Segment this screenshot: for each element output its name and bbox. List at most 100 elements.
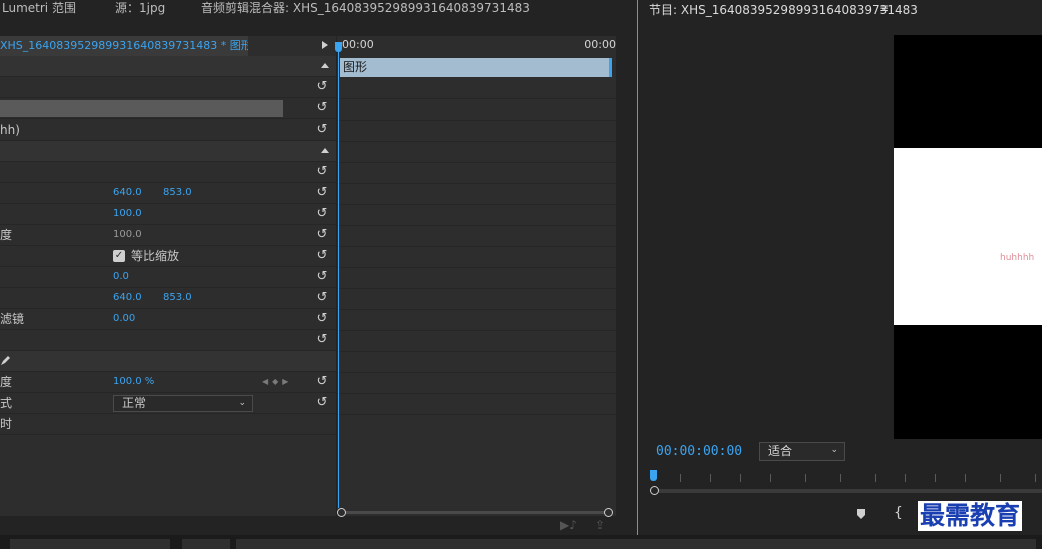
ruler-end-time: 00:00 <box>584 38 616 51</box>
reset-icon[interactable]: ↺ <box>315 396 329 410</box>
scrollbar-track[interactable] <box>658 489 1042 493</box>
export-icon[interactable]: ⇪ <box>595 518 605 532</box>
video-title-text[interactable]: huhhhh <box>1000 253 1034 263</box>
divider <box>337 246 616 247</box>
chevron-down-icon: ⌄ <box>238 398 246 408</box>
reset-icon[interactable]: ↺ <box>315 207 329 221</box>
audio-toggle-icon[interactable]: ▶♪ <box>560 518 577 532</box>
scrollbar-track[interactable] <box>343 511 609 514</box>
anchor-x-value[interactable]: 640.0 <box>113 288 142 308</box>
blend-mode-dropdown[interactable]: 正常 ⌄ <box>113 395 253 412</box>
section-motion[interactable] <box>0 141 336 162</box>
divider <box>337 162 616 163</box>
row-position: 640.0 853.0 ↺ <box>0 183 336 204</box>
reset-icon[interactable]: ↺ <box>315 249 329 263</box>
panel-menu-icon[interactable]: ≡ <box>879 1 889 15</box>
clip-end-handle[interactable] <box>609 58 612 77</box>
opacity-value[interactable]: 100.0 % <box>113 372 154 392</box>
reset-icon[interactable]: ↺ <box>315 312 329 326</box>
mark-in-icon[interactable]: { <box>894 505 903 521</box>
playhead-line[interactable] <box>338 44 339 508</box>
graphic-clip[interactable]: 图形 <box>340 58 612 77</box>
ruler-tick <box>1000 474 1001 482</box>
ruler-tick <box>805 474 806 482</box>
row-text-name: hh) ↺ <box>0 120 336 141</box>
ruler-tick <box>905 474 906 482</box>
program-time-ruler[interactable] <box>650 470 1042 484</box>
row-scale: 100.0 ↺ <box>0 204 336 225</box>
tab-audio-clip-mixer[interactable]: 音频剪辑混合器: XHS_16408395298993164083973148​… <box>201 0 530 16</box>
reset-icon[interactable]: ↺ <box>315 270 329 284</box>
bottom-tab[interactable] <box>10 539 170 549</box>
tab-lumetri-scopes[interactable]: Lumetri 范围 <box>2 0 76 16</box>
clip-name: XHS_16408395298993164083973148​3 * 图形 <box>0 39 252 52</box>
reset-icon[interactable]: ↺ <box>315 375 329 389</box>
ruler-tick <box>1035 474 1036 482</box>
reset-icon[interactable]: ↺ <box>315 101 329 115</box>
uniform-scale-checkbox[interactable]: ✓ <box>113 250 125 262</box>
collapse-icon[interactable] <box>321 148 329 153</box>
ruler-tick <box>710 474 711 482</box>
add-marker-icon[interactable] <box>857 509 865 519</box>
divider <box>337 330 616 331</box>
time-ruler[interactable]: 00:00 00:00 <box>337 36 616 56</box>
divider <box>337 141 616 142</box>
keyframe-nav-icon[interactable]: ◀◆▶ <box>262 377 292 386</box>
reset-icon[interactable]: ↺ <box>315 123 329 137</box>
effect-controls-panel: XHS_16408395298993164083973148​3 * 图形 ↺ … <box>0 36 336 516</box>
row-text-header: ↺ <box>0 77 336 98</box>
video-image <box>894 148 1042 325</box>
uniform-scale-label: 等比缩放 <box>131 249 180 263</box>
reset-icon[interactable]: ↺ <box>315 333 329 347</box>
playhead-timecode[interactable]: 00:00:00:00 <box>656 444 742 459</box>
row-text-source: ↺ <box>0 98 336 119</box>
zoom-fit-dropdown[interactable]: 适合 ⌄ <box>759 442 845 461</box>
reset-icon[interactable]: ↺ <box>315 165 329 179</box>
timeline-zoom-scrollbar[interactable] <box>337 508 616 517</box>
row-anti-flicker: 滤镜 0.00 ↺ <box>0 309 336 330</box>
position-y-value[interactable]: 853.0 <box>163 183 192 203</box>
position-x-value[interactable]: 640.0 <box>113 183 142 203</box>
playhead[interactable] <box>335 42 342 52</box>
scale-value[interactable]: 100.0 <box>113 204 142 224</box>
program-zoom-scrollbar[interactable] <box>650 486 1042 496</box>
show-timeline-icon[interactable] <box>322 41 328 49</box>
program-monitor-title[interactable]: 节目: XHS_16408395298993164083973148​3 <box>649 1 918 18</box>
scrollbar-left-handle[interactable] <box>337 508 346 517</box>
anti-flicker-value[interactable]: 0.00 <box>113 309 135 329</box>
program-playhead[interactable] <box>650 470 657 481</box>
rotation-value[interactable]: 0.0 <box>113 267 129 287</box>
row-anchor: 640.0 853.0 ↺ <box>0 288 336 309</box>
ruler-tick <box>740 474 741 482</box>
blend-mode-label: 式 <box>0 396 13 410</box>
scrollbar-right-handle[interactable] <box>604 508 613 517</box>
bottom-tab[interactable] <box>182 539 230 549</box>
effect-controls-timeline: 00:00 00:00 图形 <box>335 36 616 517</box>
pen-icon[interactable] <box>0 354 12 366</box>
watermark-logo: 最需教育 <box>918 501 1023 531</box>
tab-source[interactable]: 源：1jpg <box>115 0 165 16</box>
reset-icon[interactable]: ↺ <box>315 228 329 242</box>
reset-icon[interactable]: ↺ <box>315 80 329 94</box>
bottom-tab[interactable] <box>236 539 1036 549</box>
effect-controls-clip-header[interactable]: XHS_16408395298993164083973148​3 * 图形 <box>0 36 252 56</box>
row-motion-end: ↺ <box>0 330 336 351</box>
scrollbar-left-handle[interactable] <box>650 486 659 495</box>
row-time-remap: 时 <box>0 414 336 435</box>
program-viewer[interactable]: huhhhh <box>638 18 1042 440</box>
text-input-bar[interactable] <box>0 100 283 117</box>
reset-icon[interactable]: ↺ <box>315 291 329 305</box>
program-monitor-panel: 节目: XHS_16408395298993164083973148​3 ≡ h… <box>637 0 1042 535</box>
ruler-tick <box>840 474 841 482</box>
ruler-tick <box>680 474 681 482</box>
collapse-icon[interactable] <box>321 63 329 68</box>
reset-icon[interactable]: ↺ <box>315 186 329 200</box>
divider <box>337 204 616 205</box>
section-text[interactable] <box>0 56 336 77</box>
divider <box>337 98 616 99</box>
anchor-y-value[interactable]: 853.0 <box>163 288 192 308</box>
bottom-panel-strip <box>0 535 1042 549</box>
section-opacity[interactable] <box>0 351 336 372</box>
divider <box>337 351 616 352</box>
divider <box>337 267 616 268</box>
